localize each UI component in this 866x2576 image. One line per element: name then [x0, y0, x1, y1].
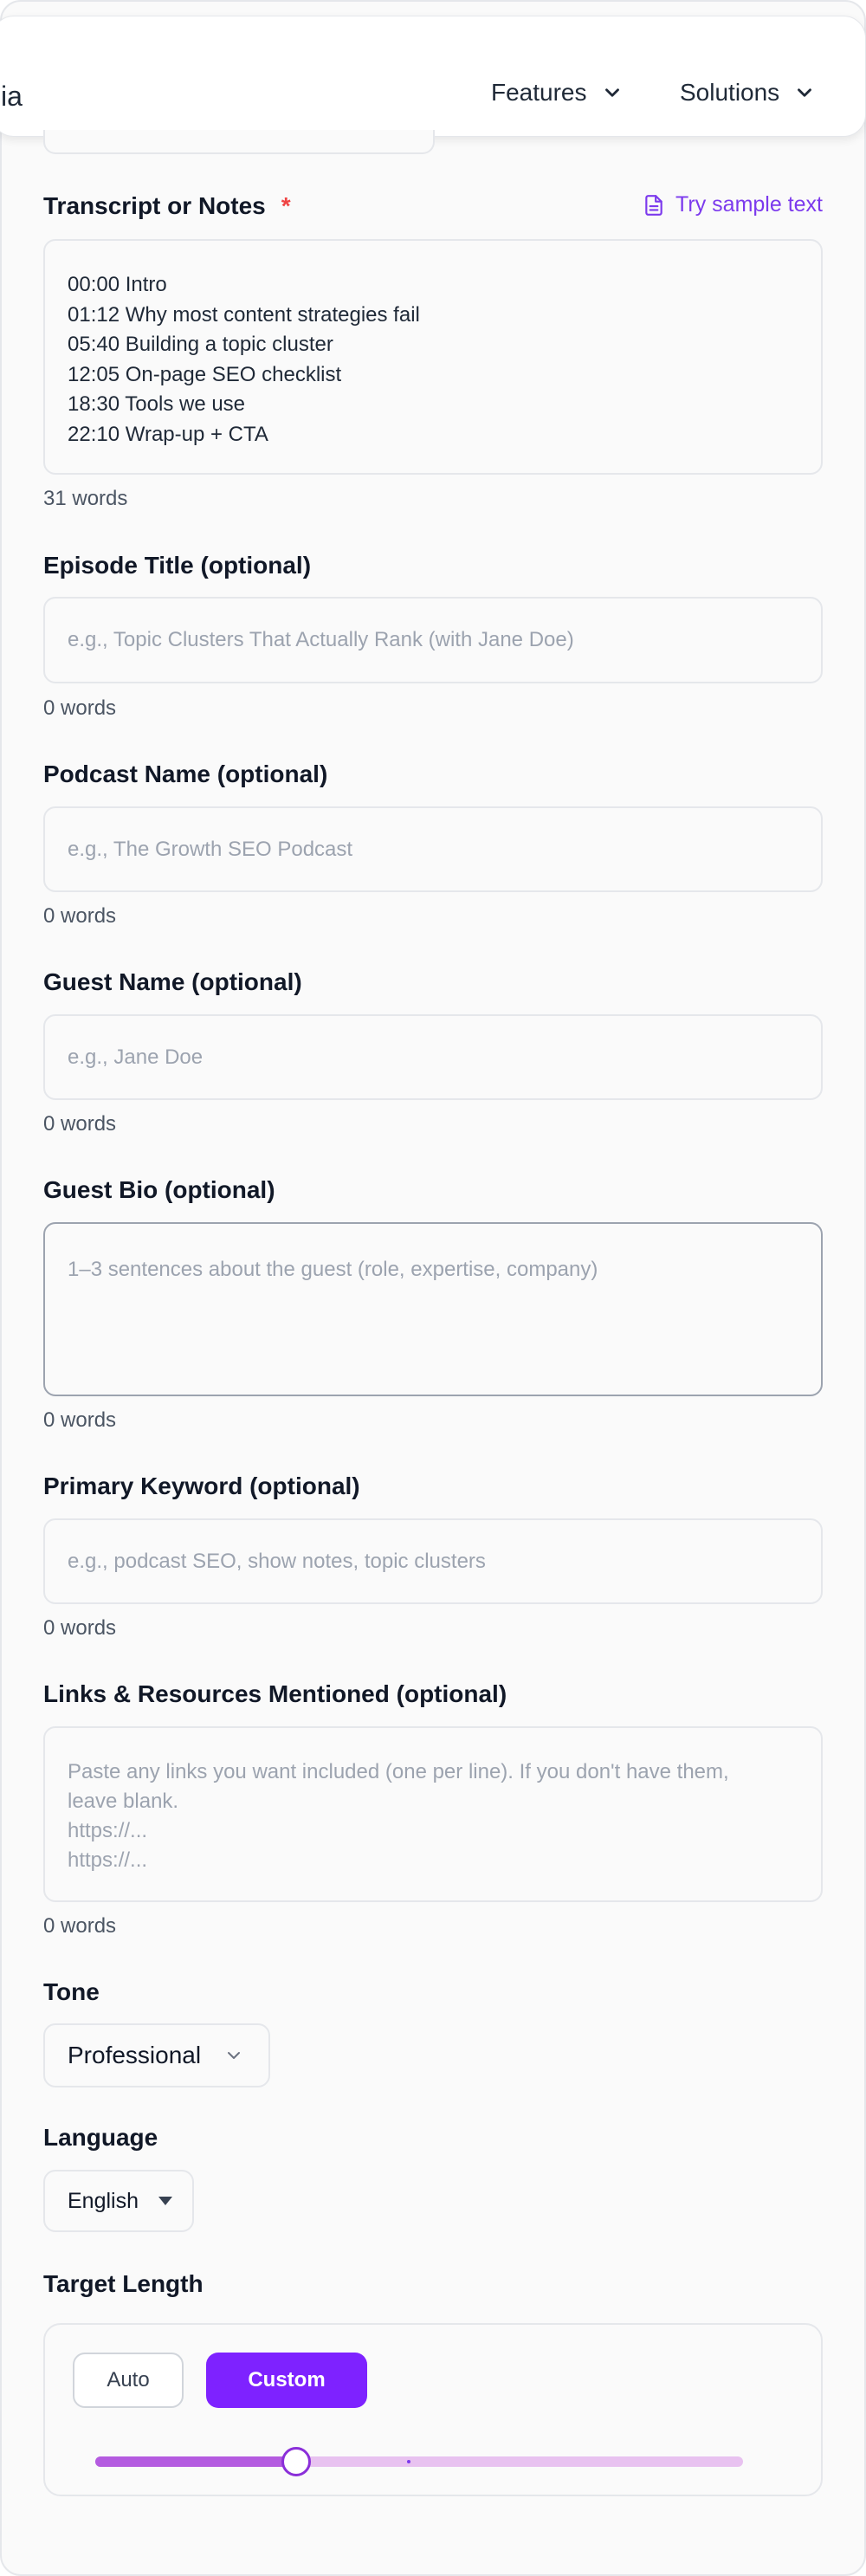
guest-bio-label: Guest Bio (optional): [43, 1176, 275, 1203]
links-placeholder-line: https://...: [68, 1819, 148, 1842]
length-slider-track[interactable]: [95, 2447, 743, 2476]
guest-bio-textarea[interactable]: 1–3 sentences about the guest (role, exp…: [43, 1222, 823, 1396]
target-length-label: Target Length: [43, 2270, 204, 2297]
chevron-down-icon: [228, 2052, 240, 2059]
nav-features-label: Features: [491, 79, 587, 106]
language-label: Language: [43, 2124, 158, 2151]
nav-solutions[interactable]: Solutions: [680, 79, 816, 107]
length-slider-fill: [95, 2456, 296, 2467]
language-select[interactable]: English: [43, 2170, 194, 2232]
episode-title-input[interactable]: e.g., Topic Clusters That Actually Rank …: [43, 597, 823, 683]
guest-name-input[interactable]: e.g., Jane Doe: [43, 1014, 823, 1100]
tone-selected-value: Professional: [68, 2042, 202, 2068]
length-auto-button[interactable]: Auto: [73, 2353, 184, 2408]
guest-bio-word-count: 0 words: [43, 1408, 117, 1432]
try-sample-text-link[interactable]: Try sample text: [643, 192, 823, 217]
length-custom-button[interactable]: Custom: [206, 2353, 367, 2408]
links-textarea[interactable]: Paste any links you want included (one p…: [43, 1726, 823, 1902]
transcript-line: 18:30 Tools we use: [68, 392, 246, 416]
primary-keyword-input[interactable]: e.g., podcast SEO, show notes, topic clu…: [43, 1518, 823, 1604]
guest-name-word-count: 0 words: [43, 1112, 117, 1136]
primary-keyword-placeholder: e.g., podcast SEO, show notes, topic clu…: [68, 1549, 486, 1573]
links-label: Links & Resources Mentioned (optional): [43, 1680, 507, 1707]
length-slider-thumb[interactable]: [281, 2447, 311, 2476]
episode-title-placeholder: e.g., Topic Clusters That Actually Rank …: [68, 628, 574, 651]
required-mark: *: [281, 192, 291, 219]
transcript-line: 00:00 Intro: [68, 273, 167, 296]
target-length-card: Auto Custom: [43, 2323, 823, 2496]
transcript-label-text: Transcript or Notes: [43, 192, 266, 219]
links-word-count: 0 words: [43, 1914, 117, 1938]
links-placeholder-line: Paste any links you want included (one p…: [68, 1760, 729, 1783]
podcast-name-input[interactable]: e.g., The Growth SEO Podcast: [43, 806, 823, 892]
length-slider-tick: [407, 2460, 410, 2463]
podcast-name-label: Podcast Name (optional): [43, 761, 328, 787]
top-navbar: ia Features Solutions: [0, 16, 866, 137]
document-icon: [645, 194, 662, 216]
primary-keyword-label: Primary Keyword (optional): [43, 1472, 360, 1499]
links-placeholder: Paste any links you want included (one p…: [68, 1757, 729, 1875]
guest-name-label: Guest Name (optional): [43, 968, 302, 995]
transcript-textarea[interactable]: 00:00 Intro 01:12 Why most content strat…: [43, 239, 823, 475]
tone-label: Tone: [43, 1978, 100, 2005]
episode-title-label: Episode Title (optional): [43, 552, 312, 579]
nav-solutions-label: Solutions: [680, 79, 780, 106]
transcript-line: 22:10 Wrap-up + CTA: [68, 422, 268, 446]
caret-down-icon: [158, 2197, 172, 2205]
guest-bio-placeholder: 1–3 sentences about the guest (role, exp…: [68, 1258, 598, 1281]
transcript-line: 05:40 Building a topic cluster: [68, 333, 333, 356]
transcript-word-count: 31 words: [43, 487, 128, 510]
podcast-name-placeholder: e.g., The Growth SEO Podcast: [68, 837, 353, 861]
podcast-name-word-count: 0 words: [43, 904, 117, 928]
tone-select[interactable]: Professional: [43, 2023, 270, 2087]
language-selected-value: English: [68, 2188, 139, 2213]
links-placeholder-line: leave blank.: [68, 1790, 179, 1813]
transcript-line: 01:12 Why most content strategies fail: [68, 302, 420, 327]
guest-name-placeholder: e.g., Jane Doe: [68, 1045, 204, 1069]
links-placeholder-line: https://...: [68, 1848, 148, 1872]
episode-title-word-count: 0 words: [43, 696, 117, 720]
transcript-content: 00:00 Intro 01:12 Why most content strat…: [68, 270, 420, 450]
previous-field-bottom: [43, 130, 435, 154]
transcript-line: 12:05 On-page SEO checklist: [68, 362, 342, 386]
nav-features[interactable]: Features: [491, 79, 624, 107]
transcript-label: Transcript or Notes *: [43, 192, 291, 220]
chevron-down-icon: [798, 88, 812, 97]
try-sample-text-label: Try sample text: [675, 192, 823, 217]
primary-keyword-word-count: 0 words: [43, 1616, 117, 1640]
logo[interactable]: ia: [1, 81, 23, 113]
chevron-down-icon: [604, 88, 619, 97]
